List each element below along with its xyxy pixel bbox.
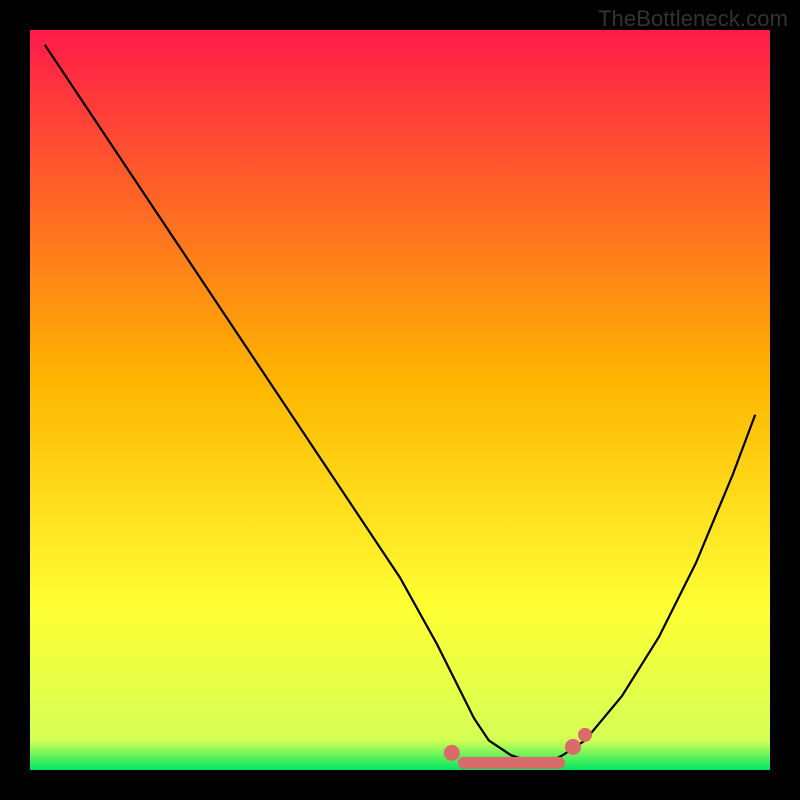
- optimal-end-dot-2: [578, 728, 592, 742]
- chart-svg: [0, 0, 800, 800]
- optimal-end-dot-1: [565, 739, 581, 755]
- optimal-bar: [458, 757, 565, 769]
- optimal-start-dot: [444, 745, 460, 761]
- chart-container: TheBottleneck.com: [0, 0, 800, 800]
- watermark: TheBottleneck.com: [598, 6, 788, 32]
- plot-background: [30, 30, 770, 770]
